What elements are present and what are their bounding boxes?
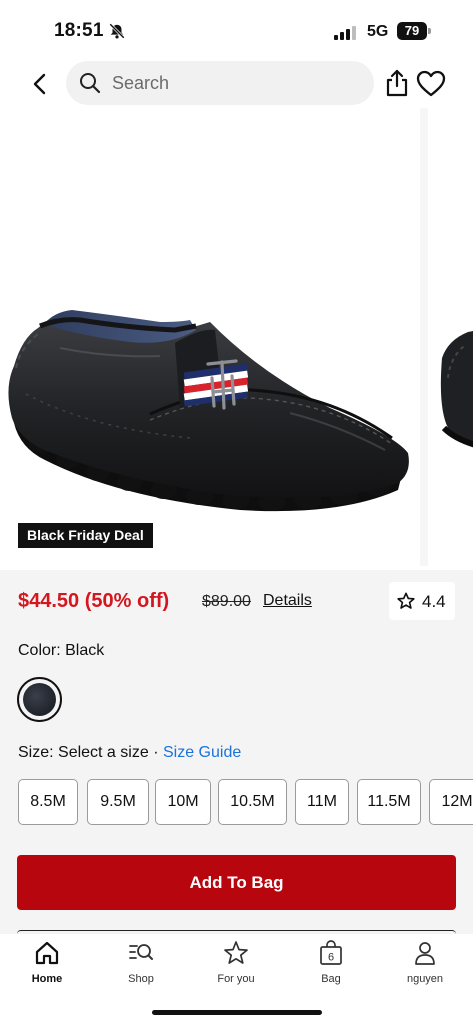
bag-count-badge: 6 — [328, 952, 334, 964]
product-options: Color: Black Size: Select a size · Size … — [0, 634, 473, 934]
tab-label-for-you: For you — [217, 973, 255, 985]
share-button[interactable] — [383, 68, 411, 98]
product-image-main[interactable]: Black Friday Deal — [0, 108, 420, 566]
tab-label-shop: Shop — [128, 973, 154, 985]
price-row: $44.50 (50% off) $89.00 Details 4.4 — [0, 570, 473, 634]
add-to-bag-button[interactable]: Add To Bag — [17, 855, 456, 910]
status-bar: 18:51 5G 79 — [0, 0, 473, 62]
loafer-shoe-image-partial — [440, 331, 473, 448]
top-header — [0, 58, 473, 110]
chevron-left-icon — [33, 73, 46, 95]
rating-value: 4.4 — [422, 592, 446, 611]
search-icon — [80, 73, 101, 94]
signal-icon — [334, 26, 356, 40]
loafer-shoe-image — [8, 310, 409, 512]
color-swatch-black[interactable] — [17, 677, 62, 722]
tab-label-home: Home — [31, 973, 63, 985]
shop-search-icon — [129, 944, 153, 960]
share-icon — [386, 69, 408, 97]
tab-label-bag: Bag — [321, 973, 341, 985]
color-label: Color: Black — [18, 642, 105, 659]
product-image-gallery[interactable]: Black Friday Deal — [0, 108, 473, 566]
tab-shop[interactable]: Shop — [106, 940, 176, 990]
network-type: 5G — [367, 23, 389, 40]
battery-icon: 79 — [397, 22, 431, 40]
home-icon — [35, 941, 59, 965]
tab-home[interactable]: Home — [12, 940, 82, 990]
tab-for-you[interactable]: For you — [201, 940, 271, 990]
size-option-8-5m[interactable]: 8.5M — [18, 779, 78, 825]
search-bar[interactable] — [66, 61, 374, 105]
size-guide-link[interactable]: Size Guide — [163, 744, 241, 761]
size-option-9-5m[interactable]: 9.5M — [87, 779, 149, 825]
size-label: Size: Select a size — [18, 744, 149, 761]
tab-account[interactable]: nguyen — [390, 940, 460, 990]
product-image-next[interactable] — [428, 108, 473, 566]
star-icon — [224, 941, 248, 964]
size-option-10m[interactable]: 10M — [155, 779, 211, 825]
size-option-12m[interactable]: 12M — [429, 779, 473, 825]
home-indicator — [152, 1010, 322, 1015]
back-button[interactable] — [24, 68, 56, 100]
size-option-11m[interactable]: 11M — [295, 779, 349, 825]
swatch-fill — [23, 683, 56, 716]
status-time: 18:51 — [54, 20, 104, 41]
rating-button[interactable]: 4.4 — [389, 582, 455, 620]
favorite-button[interactable] — [416, 70, 446, 98]
bag-icon: 6 — [320, 940, 342, 965]
tab-bag[interactable]: 6 Bag — [296, 940, 366, 990]
original-price: $89.00 — [202, 593, 251, 610]
heart-icon — [416, 70, 446, 97]
search-input[interactable] — [112, 61, 362, 105]
bell-muted-icon — [109, 23, 125, 39]
deal-badge: Black Friday Deal — [18, 523, 153, 548]
user-icon — [415, 942, 435, 965]
size-separator: · — [153, 744, 159, 761]
size-option-10-5m[interactable]: 10.5M — [218, 779, 287, 825]
star-outline-icon — [397, 592, 415, 609]
sale-price: $44.50 (50% off) — [18, 590, 170, 612]
tab-label-account: nguyen — [406, 973, 444, 985]
battery-level: 79 — [397, 22, 427, 40]
price-details-link[interactable]: Details — [263, 592, 312, 610]
size-option-11-5m[interactable]: 11.5M — [357, 779, 421, 825]
size-label-row: Size: Select a size · Size Guide — [18, 744, 241, 762]
battery-tip — [428, 28, 431, 34]
